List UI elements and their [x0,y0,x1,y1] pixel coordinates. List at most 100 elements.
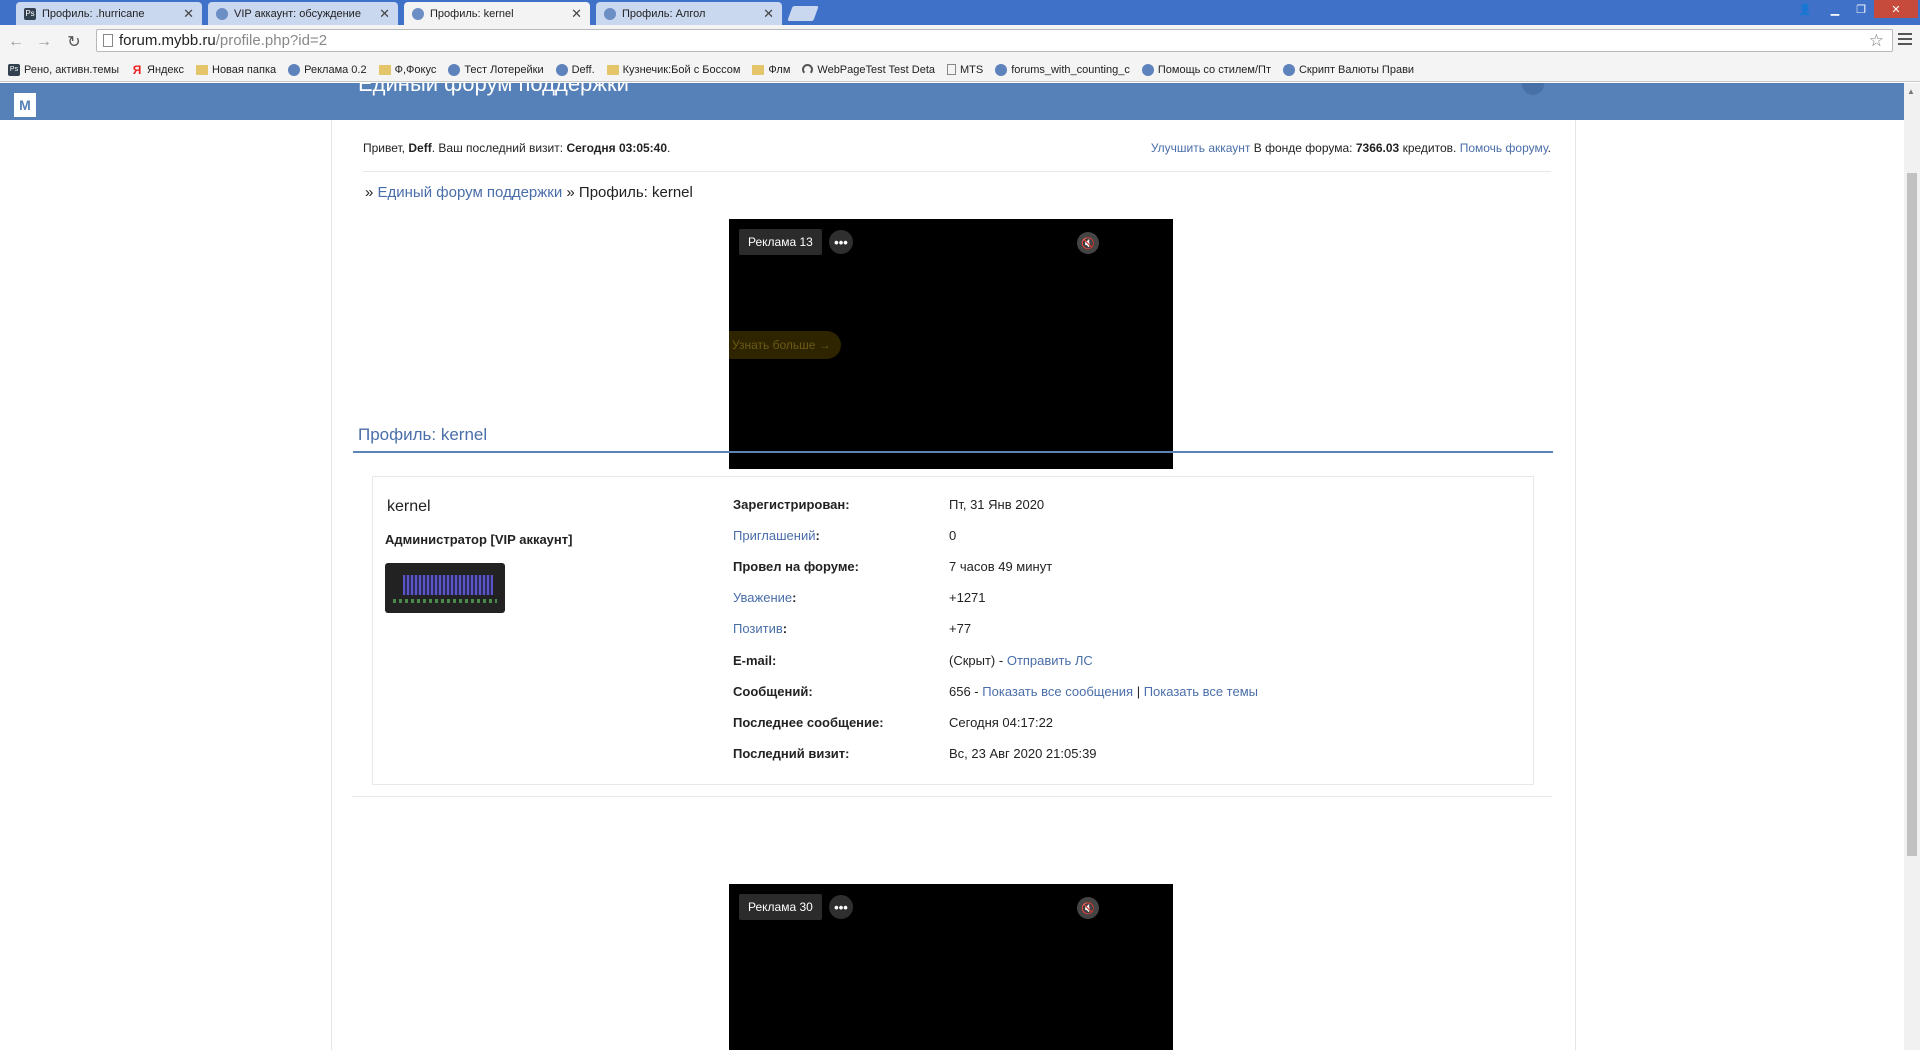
colon: : [815,528,820,543]
address-bar[interactable]: forum.mybb.ru/profile.php?id=2 ☆ [96,29,1893,52]
bookmark-label: Реклама 0.2 [304,63,367,76]
bookmark-item[interactable]: MTS [947,64,983,76]
new-tab-button[interactable] [787,6,819,21]
scroll-up-icon[interactable]: ▲ [1907,87,1915,96]
close-icon[interactable]: ✕ [763,6,774,22]
mybb-icon [995,63,1008,76]
scrollbar[interactable]: ▲ [1904,83,1920,1050]
browser-toolbar: ← → ↻ forum.mybb.ru/profile.php?id=2 ☆ [0,25,1920,58]
close-icon[interactable]: ✕ [183,6,194,22]
bookmark-item[interactable]: Ps Рено, активн.темы [8,63,119,76]
mute-icon[interactable]: 🔇 [1077,232,1099,254]
invites-link[interactable]: Приглашений [733,528,815,543]
mute-icon[interactable]: 🔇 [1077,897,1099,919]
forward-icon[interactable]: → [34,32,54,52]
colon: : [782,621,788,636]
photoshop-icon: Ps [24,7,36,20]
bookmark-item[interactable]: Я Яндекс [131,62,184,77]
bookmark-item[interactable]: Реклама 0.2 [288,63,367,76]
show-all-topics-link[interactable]: Показать все темы [1144,684,1258,699]
minimize-button[interactable]: ▁ [1822,0,1848,18]
bookmark-label: forums_with_counting_c [1011,63,1130,76]
tab-algol[interactable]: Профиль: Алгол ✕ [596,2,782,25]
help-forum-link[interactable]: Помочь форуму [1460,141,1548,155]
bookmark-item[interactable]: Ф,Фокус [378,63,437,76]
bookmark-label: Ф,Фокус [394,63,437,76]
site-logo[interactable]: M [14,93,36,117]
folder-icon [196,64,208,75]
main-content: Привет, Deff. Ваш последний визит: Сегод… [331,120,1576,1050]
respect-link[interactable]: Уважение [733,590,792,605]
period: . [1547,141,1551,155]
mybb-icon [1282,63,1295,76]
field-value: +77 [949,621,972,636]
learn-more-button[interactable]: Узнать больше → [729,331,841,359]
tab-title: Профиль: Алгол [622,7,706,20]
tab-hurricane[interactable]: Ps Профиль: .hurricane ✕ [16,2,202,25]
field-value: +1271 [949,590,986,605]
breadcrumb-forum-link[interactable]: Единый форум поддержки [378,184,563,201]
bookmark-label: Флм [768,63,791,76]
tab-vip[interactable]: VIP аккаунт: обсуждение ✕ [208,2,398,25]
email-hidden: (Скрыт) - [949,653,1004,668]
field-value: Сегодня 04:17:22 [949,715,1054,730]
close-icon[interactable]: ✕ [379,6,390,22]
more-options-icon[interactable]: ••• [829,230,853,254]
bookmark-item[interactable]: Новая папка [196,64,276,76]
bookmark-item[interactable]: Кузнечик:Бой с Боссом [606,63,741,76]
close-icon[interactable]: ✕ [571,6,582,22]
fund-unit: кредитов. [1402,141,1457,155]
profile-user-title: Администратор [VIP аккаунт] [385,532,573,547]
close-window-button[interactable]: ✕ [1874,0,1918,18]
positive-link[interactable]: Позитив [733,621,783,636]
reload-icon[interactable]: ↻ [64,32,84,52]
send-pm-link[interactable]: Отправить ЛС [1007,653,1093,668]
bookmark-item[interactable]: Помощь со стилем/Пт [1141,63,1271,76]
separator: | [1136,684,1141,699]
bookmark-item[interactable]: forums_with_counting_c [995,63,1130,76]
ya-icon: Я [132,62,142,77]
field-label: Уважение: [733,590,796,605]
welcome-text: Привет, Deff. Ваш последний визит: Сегод… [363,141,671,155]
video-ad-1[interactable]: Реклама 13 ••• 🔇 Узнать больше → [729,219,1173,469]
mybb-icon [604,7,616,20]
ad-label: Реклама 30 [739,894,822,920]
ad-label: Реклама 13 [739,229,822,255]
field-label: Приглашений: [733,528,820,543]
bookmark-item[interactable]: Deff. [555,63,595,76]
bookmark-label: Кузнечик:Бой с Боссом [622,63,741,76]
field-label: Последний визит: [733,746,850,761]
bookmark-star-icon[interactable]: ☆ [1869,31,1884,51]
more-options-icon[interactable]: ••• [829,895,853,919]
mybb-icon [412,7,424,20]
profile-username: kernel [387,498,431,515]
avatar-graphic [403,575,493,595]
bookmark-label: Тест Лотерейки [464,63,544,76]
bookmark-label: WebPageTest Test Deta [817,63,935,76]
bookmark-item[interactable]: Тест Лотерейки [448,63,544,76]
bookmark-item[interactable]: WebPageTest Test Deta [802,64,935,76]
field-label: Последнее сообщение: [733,715,884,730]
bookmark-label: MTS [960,63,984,76]
bookmark-item[interactable]: Скрипт Валюты Прави [1282,63,1415,76]
bookmark-item[interactable]: Флм [752,64,790,76]
user-icon[interactable]: 👤 [1792,0,1818,18]
profile-card: kernel Администратор [VIP аккаунт] Зарег… [372,476,1534,785]
video-ad-2[interactable]: Реклама 30 ••• 🔇 [729,884,1173,1050]
field-value: Пт, 31 Янв 2020 [949,497,1045,512]
field-label: Сообщений: [733,684,813,699]
field-value: 0 [949,528,957,543]
tab-kernel[interactable]: Профиль: kernel ✕ [404,2,590,25]
back-icon[interactable]: ← [6,32,26,52]
page-icon [103,34,113,47]
menu-icon[interactable] [1898,33,1912,45]
show-all-posts-link[interactable]: Показать все сообщения [982,684,1133,699]
bookmark-label: Скрипт Валюты Прави [1298,63,1415,76]
account-info: Улучшить аккаунт В фонде форума: 7366.03… [1151,141,1551,155]
restore-button[interactable]: ❐ [1848,0,1874,18]
greeting: Привет, [363,141,406,155]
bookmark-label: Яндекс [147,63,184,76]
scrollbar-thumb[interactable] [1907,173,1917,856]
upgrade-account-link[interactable]: Улучшить аккаунт [1151,141,1251,155]
site-title: Единый форум поддержки [358,83,629,96]
